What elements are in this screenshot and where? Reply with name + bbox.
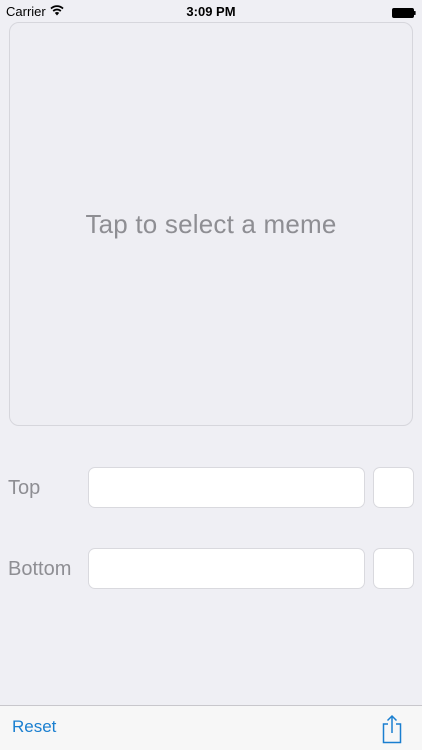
battery-icon (392, 6, 416, 18)
bottom-toolbar: Reset (0, 705, 422, 750)
meme-placeholder-text: Tap to select a meme (85, 208, 337, 239)
reset-button[interactable]: Reset (12, 717, 56, 737)
top-label: Top (8, 477, 41, 499)
top-style-button[interactable] (373, 467, 414, 508)
bottom-text-field[interactable] (88, 548, 365, 589)
status-bar: Carrier 3:09 PM (0, 0, 422, 22)
bottom-style-button[interactable] (373, 548, 414, 589)
top-text-field[interactable] (88, 467, 365, 508)
meme-image-picker[interactable]: Tap to select a meme (9, 22, 413, 426)
status-time: 3:09 PM (186, 4, 236, 19)
share-icon (382, 714, 402, 744)
share-button[interactable] (380, 714, 404, 744)
bottom-label: Bottom (8, 558, 72, 580)
